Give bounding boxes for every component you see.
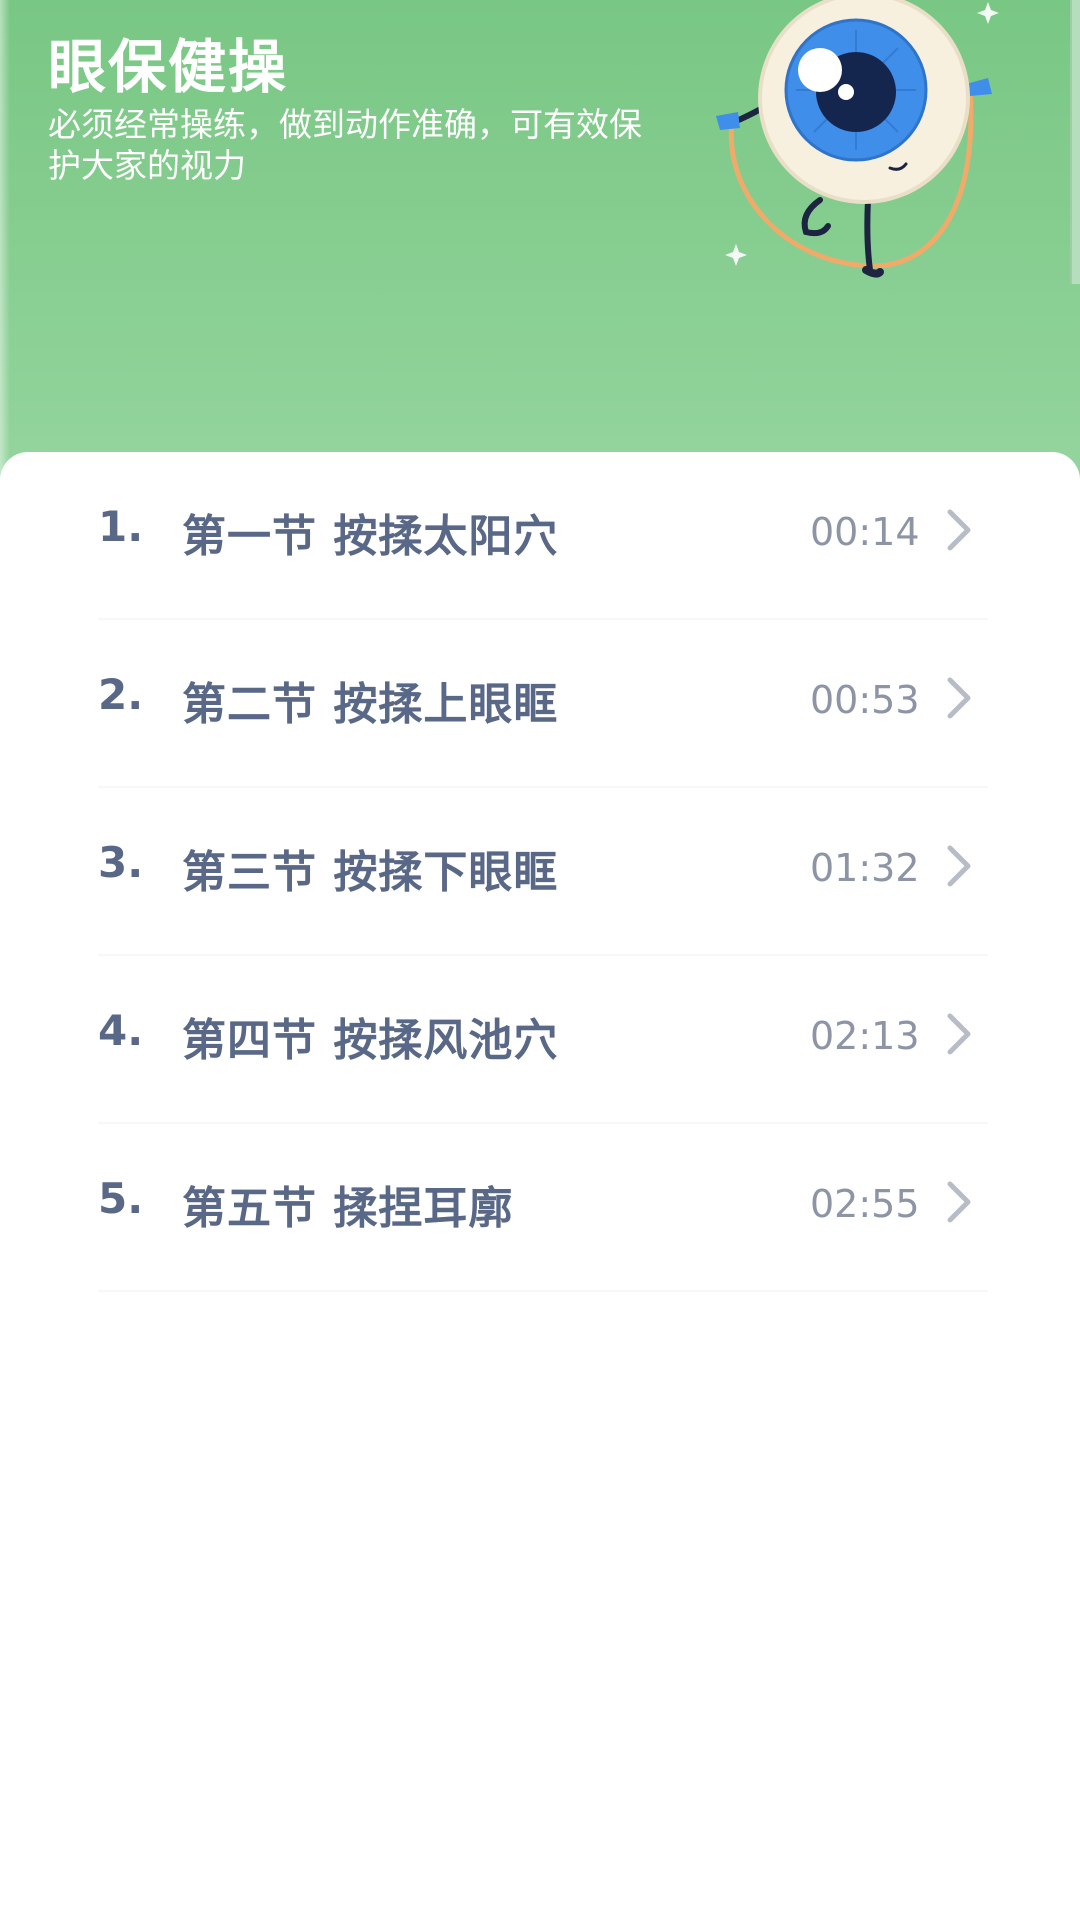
item-label: 第五节 揉捏耳廓 (182, 1183, 514, 1234)
scroll-indicator (1070, 0, 1080, 284)
item-number: 1. (98, 502, 144, 551)
item-label: 第二节 按揉上眼眶 (182, 679, 559, 730)
page-title: 眼保健操 (48, 33, 289, 101)
item-number: 5. (98, 1174, 144, 1223)
item-label: 第四节 按揉风池穴 (182, 1015, 559, 1066)
item-duration: 02:13 (810, 1014, 920, 1058)
eyeball-mascot-icon (716, 0, 999, 278)
item-duration: 01:32 (810, 846, 920, 890)
item-duration: 00:53 (810, 678, 920, 722)
chevron-right-icon (947, 1181, 971, 1223)
item-number: 4. (98, 1006, 144, 1055)
chevron-right-icon (947, 1013, 971, 1055)
item-label: 第一节 按揉太阳穴 (182, 511, 559, 562)
list-item-section-2[interactable]: 2. 第二节 按揉上眼眶 00:53 (58, 620, 1018, 788)
item-duration: 00:14 (810, 510, 920, 554)
item-duration: 02:55 (810, 1182, 920, 1226)
list-item-section-5[interactable]: 5. 第五节 揉捏耳廓 02:55 (58, 1124, 1018, 1292)
item-number: 3. (98, 838, 144, 887)
list-item-section-4[interactable]: 4. 第四节 按揉风池穴 02:13 (58, 956, 1018, 1124)
exercise-list-card: 1. 第一节 按揉太阳穴 00:14 2. 第二节 按揉上眼眶 00:53 3.… (0, 452, 1080, 1920)
chevron-right-icon (947, 509, 971, 551)
item-number: 2. (98, 670, 144, 719)
item-label: 第三节 按揉下眼眶 (182, 847, 559, 898)
chevron-right-icon (947, 677, 971, 719)
list-item-section-3[interactable]: 3. 第三节 按揉下眼眶 01:32 (58, 788, 1018, 956)
list-item-section-1[interactable]: 1. 第一节 按揉太阳穴 00:14 (58, 452, 1018, 620)
header-banner: 眼保健操 必须经常操练，做到动作准确，可有效保护大家的视力 (0, 0, 1080, 520)
header-edge-left (0, 0, 10, 520)
chevron-right-icon (947, 845, 971, 887)
page-subtitle: 必须经常操练，做到动作准确，可有效保护大家的视力 (48, 105, 642, 185)
